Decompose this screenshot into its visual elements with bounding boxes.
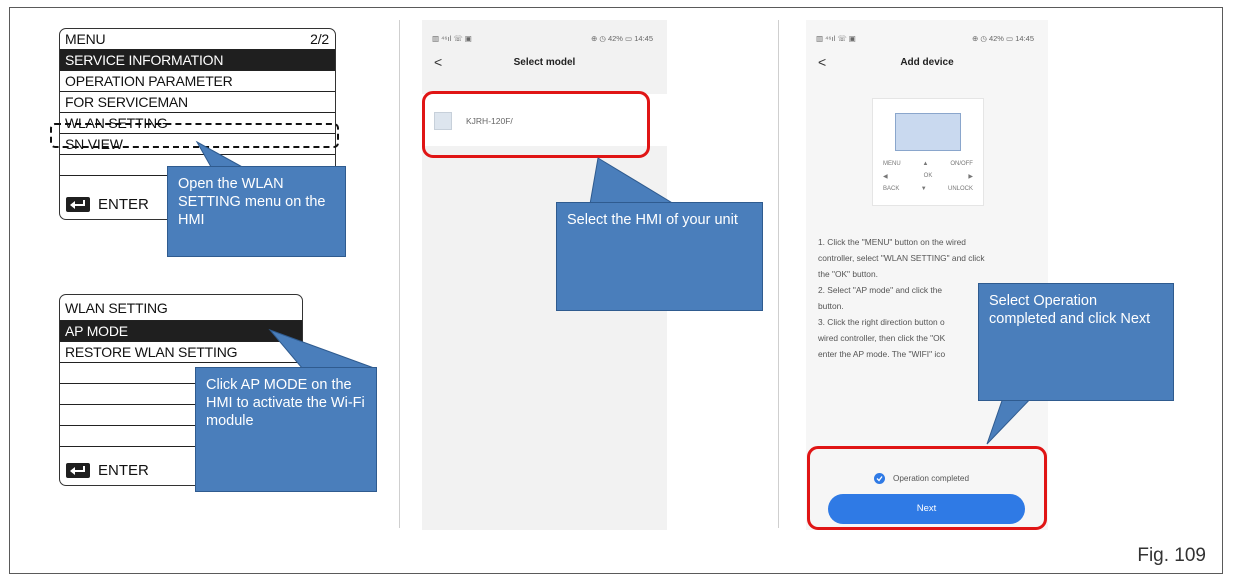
menu-title: MENU [65,31,106,47]
status-right: ⊕ ◷ 42% ▭ 14:45 [590,34,653,43]
callout-select-operation-completed: Select Operation completed and click Nex… [978,283,1174,401]
callout-pointer-3 [589,157,676,205]
wired-controller-image: MENU ▲ ON/OFF ◀ OK ▶ BACK ▼ UNLOCK [872,98,984,206]
callout-select-hmi: Select the HMI of your unit [556,202,763,311]
page-title: Select model [513,57,576,68]
key-down: ▼ [920,186,927,192]
model-highlight-box [422,91,650,158]
callout-pointer-2 [268,328,375,369]
nav-bar: < Add device [806,54,1048,76]
menu-item-restore-wlan-setting[interactable]: RESTORE WLAN SETTING [60,342,302,363]
menu-item-ap-mode[interactable]: AP MODE [60,321,302,342]
step-line: 1. Click the "MENU" button on the wired [818,237,966,247]
enter-label: ENTER [98,461,149,479]
controller-keys: MENU ▲ ON/OFF ◀ OK ▶ BACK ▼ UNLOCK [883,161,973,192]
enter-icon [66,462,90,478]
key-left: ◀ [883,174,888,180]
key-up: ▲ [922,161,929,167]
column-divider-1 [399,20,400,528]
menu-header: MENU 2/2 [60,29,335,50]
menu-page-indicator: 2/2 [310,31,329,47]
key-onoff: ON/OFF [950,161,973,167]
controller-screen [895,113,961,151]
status-bar: ▥ ⁴⁶ıl ☏ ▣ ⊕ ◷ 42% ▭ 14:45 [806,20,1048,50]
column-divider-2 [778,20,779,528]
enter-icon [66,196,90,212]
callout-click-ap-mode: Click AP MODE on the HMI to activate the… [195,367,377,492]
page-title: Add device [900,57,954,68]
status-bar: ▥ ⁴⁶ıl ☏ ▣ ⊕ ◷ 42% ▭ 14:45 [422,20,667,50]
key-menu: MENU [883,161,901,167]
enter-label: ENTER [98,195,149,213]
key-back: BACK [883,186,900,192]
step-line: the "OK" button. [818,269,878,279]
key-right: ▶ [968,174,973,180]
menu-item-service-information[interactable]: SERVICE INFORMATION [60,50,335,71]
wlan-menu-title: WLAN SETTING [60,295,302,321]
menu-item-operation-parameter[interactable]: OPERATION PARAMETER [60,71,335,92]
key-ok: OK [923,173,933,179]
step-line: controller, select "WLAN SETTING" and cl… [818,253,985,263]
menu-item-for-serviceman[interactable]: FOR SERVICEMAN [60,92,335,113]
completion-highlight-box [807,446,1047,530]
status-left: ▥ ⁴⁶ıl ☏ ▣ [816,34,856,43]
nav-bar: < Select model [422,54,667,76]
status-right: ⊕ ◷ 42% ▭ 14:45 [971,34,1034,43]
callout-open-wlan-setting: Open the WLAN SETTING menu on the HMI [167,166,346,257]
figure-label: Fig. 109 [1137,545,1206,566]
status-left: ▥ ⁴⁶ıl ☏ ▣ [432,34,472,43]
key-unlock: UNLOCK [947,186,973,192]
